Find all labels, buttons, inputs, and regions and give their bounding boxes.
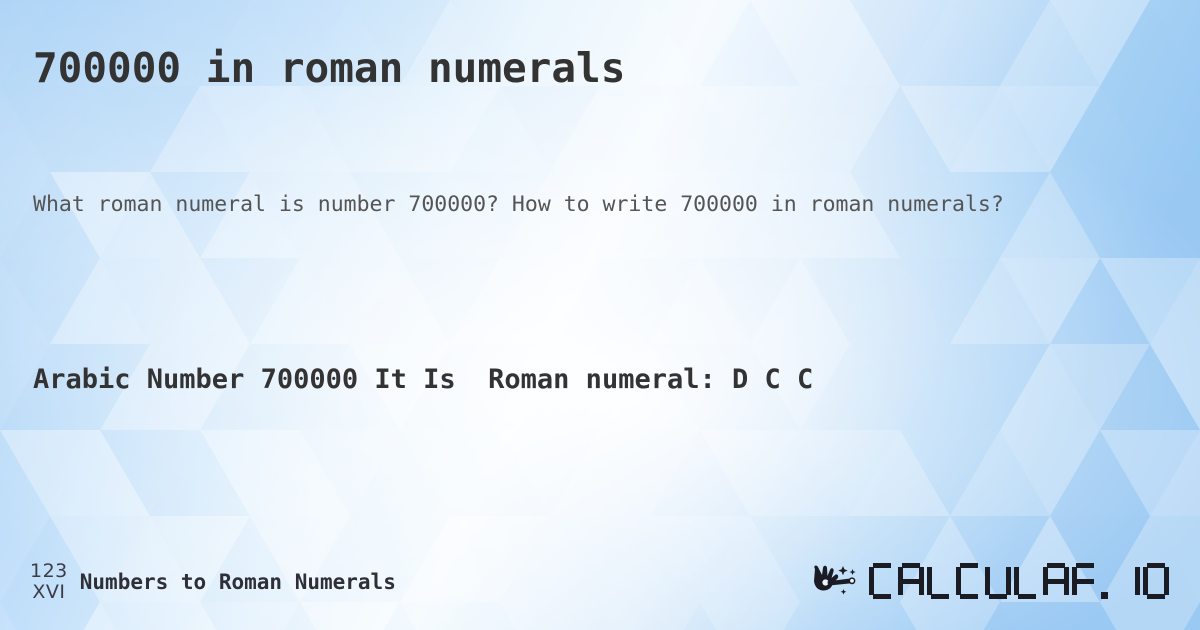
- brand-numbers-to-roman[interactable]: 123 XVI Numbers to Roman Numerals: [30, 562, 396, 602]
- segment-glyph-c: [956, 563, 982, 599]
- logo-arabic-text: 123: [30, 560, 68, 582]
- answer-statement: Arabic Number 700000 It Is Roman numeral…: [33, 364, 814, 395]
- segment-glyph-a: [898, 563, 924, 599]
- logo-roman-text: XVI: [32, 581, 66, 603]
- page-subtitle: What roman numeral is number 700000? How…: [33, 192, 1004, 217]
- segment-glyph-t: [1072, 563, 1098, 599]
- brand-left-label: Numbers to Roman Numerals: [79, 570, 396, 594]
- page-title: 700000 in roman numerals: [33, 44, 626, 92]
- magic-wand-hand-icon: [814, 565, 856, 595]
- segment-glyph-l: [1014, 563, 1040, 599]
- segment-glyph-l: [927, 563, 953, 599]
- segment-glyph-o: [1143, 563, 1169, 599]
- footer: 123 XVI Numbers to Roman Numerals: [0, 540, 1200, 630]
- brand-calculatio[interactable]: [809, 562, 1172, 600]
- segment-glyph-dot: [1101, 563, 1111, 599]
- calculatio-wordmark: [869, 563, 1172, 599]
- segment-glyph-a: [1043, 563, 1069, 599]
- segment-glyph-u: [985, 563, 1011, 599]
- numbers-to-roman-logo-icon: 123 XVI: [30, 562, 68, 602]
- segment-glyph-i: [1114, 563, 1140, 599]
- segment-glyph-c: [869, 563, 895, 599]
- page-root: 700000 in roman numerals What roman nume…: [0, 0, 1200, 630]
